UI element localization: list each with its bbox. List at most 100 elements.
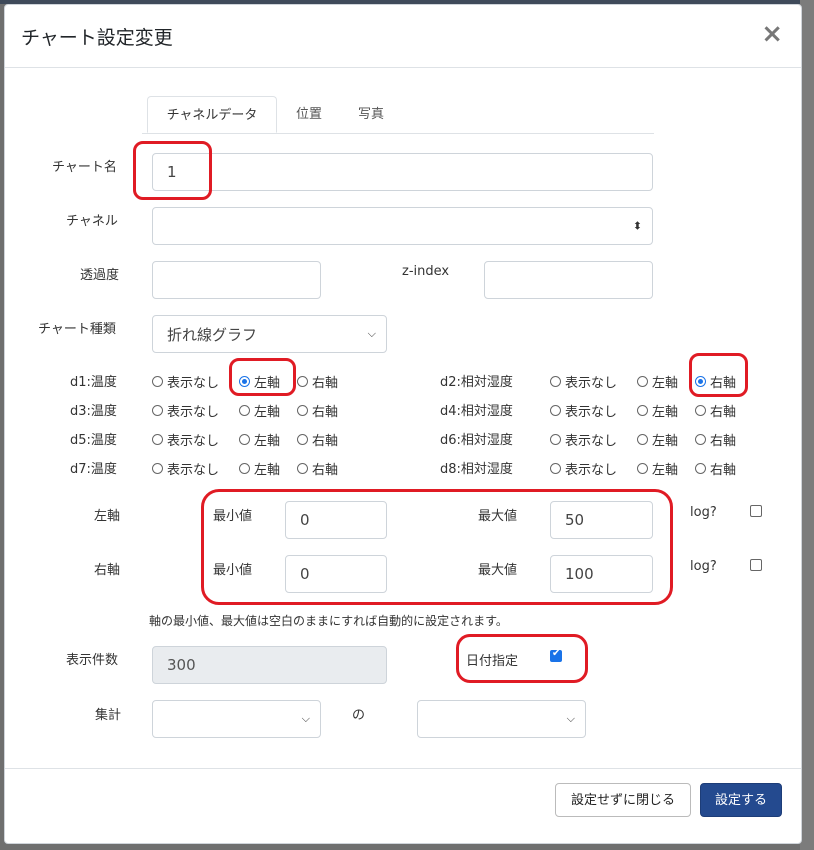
dialog-header: チャート設定変更 ×: [5, 5, 801, 68]
series-d5-label: d5:温度: [70, 433, 117, 448]
chart-type-select[interactable]: 折れ線グラフ ⌵: [152, 315, 387, 353]
opacity-label: 透過度: [80, 268, 120, 283]
option-label: 表示なし: [565, 434, 618, 449]
radio[interactable]: [297, 405, 308, 416]
radio[interactable]: [239, 434, 250, 445]
chart-name-value: 1: [167, 163, 177, 181]
right-axis-min-input[interactable]: 0: [285, 555, 387, 593]
radio[interactable]: [695, 463, 706, 474]
radio[interactable]: [637, 376, 648, 387]
series-d3-right[interactable]: 右軸: [297, 401, 338, 420]
radio-selected[interactable]: [695, 376, 706, 387]
series-d2-right[interactable]: 右軸: [695, 372, 736, 391]
left-axis-log-label: log?: [690, 505, 717, 520]
series-d7-label: d7:温度: [70, 462, 117, 477]
aggregate-select-1[interactable]: ⌵: [152, 700, 321, 738]
radio[interactable]: [297, 434, 308, 445]
option-label: 左軸: [652, 405, 679, 420]
radio[interactable]: [297, 376, 308, 387]
option-label: 右軸: [312, 405, 339, 420]
series-d8-left[interactable]: 左軸: [637, 459, 678, 478]
radio[interactable]: [637, 463, 648, 474]
series-d4-none[interactable]: 表示なし: [550, 401, 617, 420]
series-d2-none[interactable]: 表示なし: [550, 372, 617, 391]
channel-select[interactable]: ⬍: [152, 207, 653, 245]
axis-help-text: 軸の最小値、最大値は空白のままにすれば自動的に設定されます。: [149, 614, 508, 628]
close-icon[interactable]: ×: [761, 19, 783, 49]
radio[interactable]: [297, 463, 308, 474]
zindex-input[interactable]: [484, 261, 653, 299]
series-d4-left[interactable]: 左軸: [637, 401, 678, 420]
series-d7-left[interactable]: 左軸: [239, 459, 280, 478]
tab-channel-data[interactable]: チャネルデータ: [147, 96, 277, 133]
radio[interactable]: [239, 463, 250, 474]
channel-label: チャネル: [66, 214, 118, 229]
date-spec-checkbox[interactable]: [550, 648, 562, 662]
radio[interactable]: [695, 405, 706, 416]
series-d8-none[interactable]: 表示なし: [550, 459, 617, 478]
left-axis-max-label: 最大値: [478, 509, 518, 524]
radio[interactable]: [550, 463, 561, 474]
left-axis-max-input[interactable]: 50: [550, 501, 653, 539]
option-label: 左軸: [254, 434, 281, 449]
series-d6-right[interactable]: 右軸: [695, 430, 736, 449]
series-d3-none[interactable]: 表示なし: [152, 401, 219, 420]
radio[interactable]: [637, 434, 648, 445]
chart-type-value: 折れ線グラフ: [167, 325, 258, 344]
date-spec-label: 日付指定: [466, 654, 519, 669]
radio[interactable]: [695, 434, 706, 445]
option-label: 右軸: [312, 463, 339, 478]
radio[interactable]: [550, 434, 561, 445]
radio[interactable]: [550, 405, 561, 416]
radio[interactable]: [152, 376, 163, 387]
right-axis-min-label: 最小値: [213, 563, 253, 578]
right-axis-max-input[interactable]: 100: [550, 555, 653, 593]
tab-photo[interactable]: 写真: [358, 96, 384, 133]
series-d5-none[interactable]: 表示なし: [152, 430, 219, 449]
radio[interactable]: [152, 434, 163, 445]
series-d3-left[interactable]: 左軸: [239, 401, 280, 420]
option-label: 左軸: [652, 463, 679, 478]
series-d2-left[interactable]: 左軸: [637, 372, 678, 391]
opacity-input[interactable]: [152, 261, 321, 299]
left-axis-min-input[interactable]: 0: [285, 501, 387, 539]
right-axis-log-checkbox[interactable]: [750, 559, 762, 571]
option-label: 右軸: [710, 405, 737, 420]
close-without-save-button[interactable]: 設定せずに閉じる: [555, 783, 691, 817]
series-d5-left[interactable]: 左軸: [239, 430, 280, 449]
save-button[interactable]: 設定する: [700, 783, 782, 817]
left-axis-max-value: 50: [565, 511, 585, 529]
radio[interactable]: [239, 405, 250, 416]
option-label: 右軸: [312, 434, 339, 449]
series-d4-right[interactable]: 右軸: [695, 401, 736, 420]
right-axis-min-value: 0: [300, 565, 310, 583]
series-d1-none[interactable]: 表示なし: [152, 372, 219, 391]
radio[interactable]: [152, 463, 163, 474]
aggregate-label: 集計: [95, 708, 122, 723]
chevron-down-icon: ⌵: [301, 712, 310, 725]
series-d6-left[interactable]: 左軸: [637, 430, 678, 449]
series-d8-right[interactable]: 右軸: [695, 459, 736, 478]
radio[interactable]: [637, 405, 648, 416]
option-label: 表示なし: [565, 376, 618, 391]
radio[interactable]: [550, 376, 561, 387]
left-axis-log-checkbox[interactable]: [750, 505, 762, 517]
series-d4-label: d4:相対湿度: [440, 404, 513, 419]
tab-position[interactable]: 位置: [296, 96, 322, 133]
display-count-input[interactable]: 300: [152, 646, 387, 684]
radio[interactable]: [152, 405, 163, 416]
aggregate-of-label: の: [352, 708, 366, 723]
series-d6-none[interactable]: 表示なし: [550, 430, 617, 449]
radio-selected[interactable]: [239, 376, 250, 387]
chart-type-label: チャート種類: [38, 322, 116, 337]
aggregate-select-2[interactable]: ⌵: [417, 700, 586, 738]
series-d7-none[interactable]: 表示なし: [152, 459, 219, 478]
chart-name-input[interactable]: 1: [152, 153, 653, 191]
series-d5-right[interactable]: 右軸: [297, 430, 338, 449]
backdrop: [800, 0, 814, 850]
right-axis-log-label: log?: [690, 559, 717, 574]
option-label: 表示なし: [565, 463, 618, 478]
series-d7-right[interactable]: 右軸: [297, 459, 338, 478]
series-d1-left[interactable]: 左軸: [239, 372, 280, 391]
series-d1-right[interactable]: 右軸: [297, 372, 338, 391]
